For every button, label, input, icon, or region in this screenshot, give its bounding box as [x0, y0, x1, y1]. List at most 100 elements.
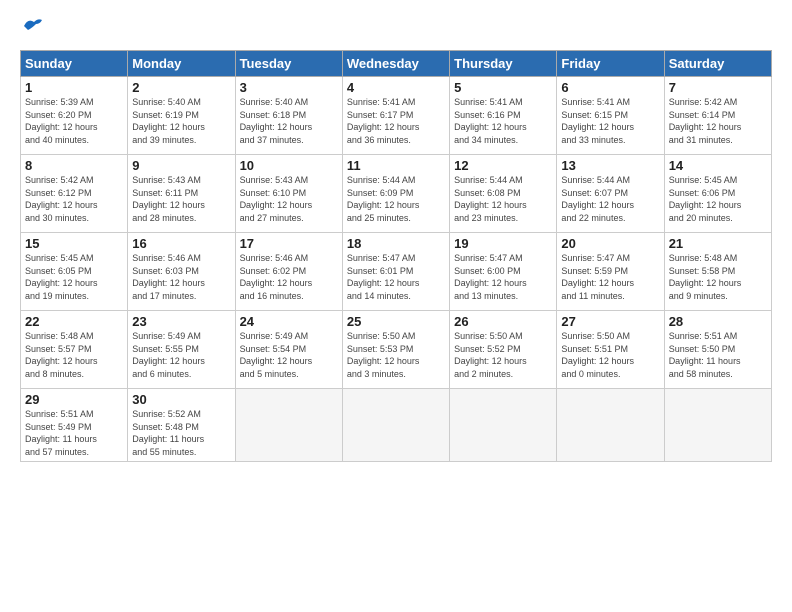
table-row	[450, 389, 557, 462]
day-info: Sunrise: 5:45 AM Sunset: 6:05 PM Dayligh…	[25, 252, 123, 302]
day-info: Sunrise: 5:42 AM Sunset: 6:12 PM Dayligh…	[25, 174, 123, 224]
day-number: 15	[25, 236, 123, 251]
day-number: 23	[132, 314, 230, 329]
header	[20, 16, 772, 40]
table-row: 15Sunrise: 5:45 AM Sunset: 6:05 PM Dayli…	[21, 233, 128, 311]
day-number: 19	[454, 236, 552, 251]
day-info: Sunrise: 5:50 AM Sunset: 5:53 PM Dayligh…	[347, 330, 445, 380]
day-number: 9	[132, 158, 230, 173]
table-row: 6Sunrise: 5:41 AM Sunset: 6:15 PM Daylig…	[557, 77, 664, 155]
table-row: 22Sunrise: 5:48 AM Sunset: 5:57 PM Dayli…	[21, 311, 128, 389]
table-row: 12Sunrise: 5:44 AM Sunset: 6:08 PM Dayli…	[450, 155, 557, 233]
table-row: 19Sunrise: 5:47 AM Sunset: 6:00 PM Dayli…	[450, 233, 557, 311]
day-info: Sunrise: 5:42 AM Sunset: 6:14 PM Dayligh…	[669, 96, 767, 146]
day-number: 24	[240, 314, 338, 329]
table-row: 29Sunrise: 5:51 AM Sunset: 5:49 PM Dayli…	[21, 389, 128, 462]
day-info: Sunrise: 5:50 AM Sunset: 5:51 PM Dayligh…	[561, 330, 659, 380]
calendar-week-row: 29Sunrise: 5:51 AM Sunset: 5:49 PM Dayli…	[21, 389, 772, 462]
day-info: Sunrise: 5:41 AM Sunset: 6:16 PM Dayligh…	[454, 96, 552, 146]
day-number: 12	[454, 158, 552, 173]
logo	[20, 16, 44, 40]
page: Sunday Monday Tuesday Wednesday Thursday…	[0, 0, 792, 474]
table-row: 17Sunrise: 5:46 AM Sunset: 6:02 PM Dayli…	[235, 233, 342, 311]
day-number: 29	[25, 392, 123, 407]
table-row: 24Sunrise: 5:49 AM Sunset: 5:54 PM Dayli…	[235, 311, 342, 389]
day-info: Sunrise: 5:43 AM Sunset: 6:11 PM Dayligh…	[132, 174, 230, 224]
table-row: 2Sunrise: 5:40 AM Sunset: 6:19 PM Daylig…	[128, 77, 235, 155]
table-row: 23Sunrise: 5:49 AM Sunset: 5:55 PM Dayli…	[128, 311, 235, 389]
day-info: Sunrise: 5:47 AM Sunset: 5:59 PM Dayligh…	[561, 252, 659, 302]
day-info: Sunrise: 5:40 AM Sunset: 6:19 PM Dayligh…	[132, 96, 230, 146]
day-number: 25	[347, 314, 445, 329]
table-row: 25Sunrise: 5:50 AM Sunset: 5:53 PM Dayli…	[342, 311, 449, 389]
day-number: 27	[561, 314, 659, 329]
day-number: 26	[454, 314, 552, 329]
day-number: 18	[347, 236, 445, 251]
day-info: Sunrise: 5:49 AM Sunset: 5:54 PM Dayligh…	[240, 330, 338, 380]
day-number: 3	[240, 80, 338, 95]
table-row: 18Sunrise: 5:47 AM Sunset: 6:01 PM Dayli…	[342, 233, 449, 311]
day-info: Sunrise: 5:52 AM Sunset: 5:48 PM Dayligh…	[132, 408, 230, 458]
day-info: Sunrise: 5:48 AM Sunset: 5:57 PM Dayligh…	[25, 330, 123, 380]
day-info: Sunrise: 5:41 AM Sunset: 6:17 PM Dayligh…	[347, 96, 445, 146]
table-row: 8Sunrise: 5:42 AM Sunset: 6:12 PM Daylig…	[21, 155, 128, 233]
table-row: 27Sunrise: 5:50 AM Sunset: 5:51 PM Dayli…	[557, 311, 664, 389]
table-row: 5Sunrise: 5:41 AM Sunset: 6:16 PM Daylig…	[450, 77, 557, 155]
table-row	[235, 389, 342, 462]
table-row: 21Sunrise: 5:48 AM Sunset: 5:58 PM Dayli…	[664, 233, 771, 311]
table-row: 20Sunrise: 5:47 AM Sunset: 5:59 PM Dayli…	[557, 233, 664, 311]
day-info: Sunrise: 5:51 AM Sunset: 5:49 PM Dayligh…	[25, 408, 123, 458]
col-thursday: Thursday	[450, 51, 557, 77]
table-row: 30Sunrise: 5:52 AM Sunset: 5:48 PM Dayli…	[128, 389, 235, 462]
table-row: 10Sunrise: 5:43 AM Sunset: 6:10 PM Dayli…	[235, 155, 342, 233]
day-info: Sunrise: 5:44 AM Sunset: 6:09 PM Dayligh…	[347, 174, 445, 224]
table-row: 1Sunrise: 5:39 AM Sunset: 6:20 PM Daylig…	[21, 77, 128, 155]
table-row	[557, 389, 664, 462]
day-info: Sunrise: 5:41 AM Sunset: 6:15 PM Dayligh…	[561, 96, 659, 146]
day-info: Sunrise: 5:47 AM Sunset: 6:00 PM Dayligh…	[454, 252, 552, 302]
calendar-week-row: 15Sunrise: 5:45 AM Sunset: 6:05 PM Dayli…	[21, 233, 772, 311]
col-monday: Monday	[128, 51, 235, 77]
calendar-week-row: 8Sunrise: 5:42 AM Sunset: 6:12 PM Daylig…	[21, 155, 772, 233]
day-number: 30	[132, 392, 230, 407]
day-info: Sunrise: 5:46 AM Sunset: 6:02 PM Dayligh…	[240, 252, 338, 302]
table-row: 16Sunrise: 5:46 AM Sunset: 6:03 PM Dayli…	[128, 233, 235, 311]
table-row: 28Sunrise: 5:51 AM Sunset: 5:50 PM Dayli…	[664, 311, 771, 389]
table-row: 26Sunrise: 5:50 AM Sunset: 5:52 PM Dayli…	[450, 311, 557, 389]
day-number: 5	[454, 80, 552, 95]
day-number: 16	[132, 236, 230, 251]
table-row: 11Sunrise: 5:44 AM Sunset: 6:09 PM Dayli…	[342, 155, 449, 233]
day-number: 7	[669, 80, 767, 95]
day-number: 20	[561, 236, 659, 251]
day-number: 11	[347, 158, 445, 173]
calendar-table: Sunday Monday Tuesday Wednesday Thursday…	[20, 50, 772, 462]
table-row: 14Sunrise: 5:45 AM Sunset: 6:06 PM Dayli…	[664, 155, 771, 233]
day-info: Sunrise: 5:51 AM Sunset: 5:50 PM Dayligh…	[669, 330, 767, 380]
day-number: 6	[561, 80, 659, 95]
col-saturday: Saturday	[664, 51, 771, 77]
col-wednesday: Wednesday	[342, 51, 449, 77]
day-info: Sunrise: 5:43 AM Sunset: 6:10 PM Dayligh…	[240, 174, 338, 224]
day-info: Sunrise: 5:49 AM Sunset: 5:55 PM Dayligh…	[132, 330, 230, 380]
col-sunday: Sunday	[21, 51, 128, 77]
col-tuesday: Tuesday	[235, 51, 342, 77]
day-number: 8	[25, 158, 123, 173]
day-number: 4	[347, 80, 445, 95]
calendar-week-row: 1Sunrise: 5:39 AM Sunset: 6:20 PM Daylig…	[21, 77, 772, 155]
day-number: 17	[240, 236, 338, 251]
table-row: 3Sunrise: 5:40 AM Sunset: 6:18 PM Daylig…	[235, 77, 342, 155]
table-row: 7Sunrise: 5:42 AM Sunset: 6:14 PM Daylig…	[664, 77, 771, 155]
day-number: 21	[669, 236, 767, 251]
day-info: Sunrise: 5:46 AM Sunset: 6:03 PM Dayligh…	[132, 252, 230, 302]
day-info: Sunrise: 5:47 AM Sunset: 6:01 PM Dayligh…	[347, 252, 445, 302]
day-info: Sunrise: 5:44 AM Sunset: 6:07 PM Dayligh…	[561, 174, 659, 224]
table-row: 4Sunrise: 5:41 AM Sunset: 6:17 PM Daylig…	[342, 77, 449, 155]
day-number: 10	[240, 158, 338, 173]
day-number: 28	[669, 314, 767, 329]
day-info: Sunrise: 5:40 AM Sunset: 6:18 PM Dayligh…	[240, 96, 338, 146]
day-number: 13	[561, 158, 659, 173]
day-number: 1	[25, 80, 123, 95]
table-row: 13Sunrise: 5:44 AM Sunset: 6:07 PM Dayli…	[557, 155, 664, 233]
table-row	[342, 389, 449, 462]
day-number: 14	[669, 158, 767, 173]
